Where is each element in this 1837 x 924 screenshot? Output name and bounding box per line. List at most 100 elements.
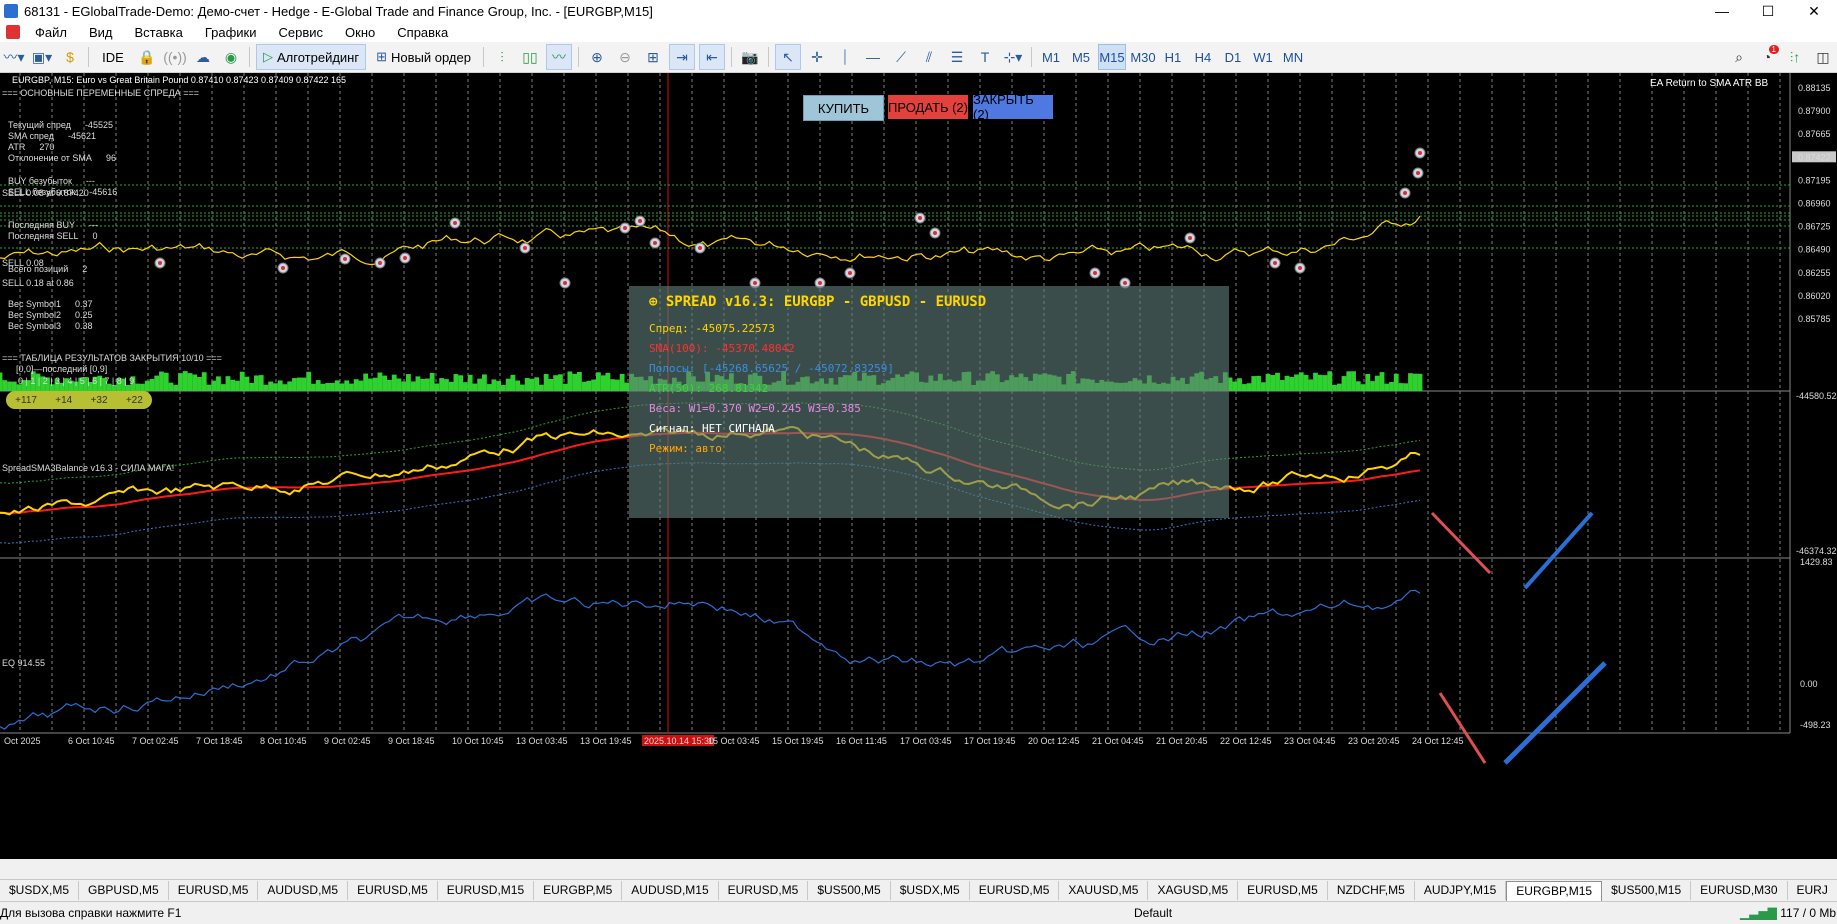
text-icon[interactable]: T bbox=[973, 45, 997, 69]
timeframe-m15[interactable]: M15 bbox=[1097, 44, 1126, 70]
symbol-tab[interactable]: EURGBP,M5 bbox=[534, 881, 623, 900]
buy-button[interactable]: КУПИТЬ bbox=[803, 95, 884, 121]
symbol-tab[interactable]: GBPUSD,M5 bbox=[79, 881, 169, 900]
symbol-tab[interactable]: EURUSD,M5 bbox=[719, 881, 809, 900]
price-label: 0.86020 bbox=[1798, 291, 1831, 301]
symbol-tab[interactable]: AUDJPY,M15 bbox=[1415, 881, 1507, 900]
time-label: 21 Oct 20:45 bbox=[1156, 736, 1208, 746]
symbol-tab[interactable]: EURUSD,M5 bbox=[1238, 881, 1328, 900]
connection-icon[interactable]: ⫶↑ bbox=[1783, 45, 1807, 69]
symbol-tab[interactable]: EURUSD,M5 bbox=[970, 881, 1060, 900]
timeframe-h1[interactable]: H1 bbox=[1160, 45, 1186, 69]
new-order-button[interactable]: ⊞ Новый ордер bbox=[370, 45, 477, 69]
close-positions-button[interactable]: ЗАКРЫТЬ (2) bbox=[973, 92, 1053, 122]
symbol-tab[interactable]: NZDCHF,M5 bbox=[1328, 881, 1415, 900]
price-label: 0.88135 bbox=[1798, 83, 1831, 93]
time-label: 7 Oct 18:45 bbox=[196, 736, 243, 746]
sell-button[interactable]: ПРОДАТЬ (2) bbox=[888, 95, 968, 119]
trendline-icon[interactable]: ⟋ bbox=[889, 45, 913, 69]
notifications-icon[interactable]: ◔ 1 bbox=[1755, 45, 1779, 69]
account-icon[interactable]: ◫ bbox=[1811, 45, 1835, 69]
cloud-icon[interactable]: ☁ bbox=[191, 45, 215, 69]
close-button[interactable]: ✕ bbox=[1791, 0, 1837, 22]
symbol-tab[interactable]: XAUUSD,M5 bbox=[1059, 881, 1149, 900]
symbol-tab[interactable]: EURUSD,M5 bbox=[348, 881, 438, 900]
zoom-in-icon[interactable]: ⊕ bbox=[585, 45, 609, 69]
chart-type-icon[interactable]: 〰▾ bbox=[2, 45, 26, 69]
timeframe-m1[interactable]: M1 bbox=[1038, 45, 1064, 69]
timeframe-m5[interactable]: M5 bbox=[1068, 45, 1094, 69]
variable-label: Последняя SELL bbox=[8, 231, 79, 241]
mode-value: Режим: авто bbox=[649, 442, 722, 455]
symbol-tab[interactable]: EURUSD,M5 bbox=[169, 881, 259, 900]
menu-charts[interactable]: Графики bbox=[194, 25, 268, 40]
candles-icon[interactable]: ▯▯ bbox=[518, 45, 542, 69]
chart-window[interactable]: 0.88135 0.87900 0.87665 0.87422 0.87195 0.869… bbox=[0, 73, 1837, 859]
symbol-tab[interactable]: EURUSD,M30 bbox=[1691, 881, 1788, 900]
timeframe-d1[interactable]: D1 bbox=[1220, 45, 1246, 69]
tile-icon[interactable]: ⊞ bbox=[641, 45, 665, 69]
symbol-tab[interactable]: EURJ bbox=[1788, 881, 1837, 900]
timeframe-mn[interactable]: MN bbox=[1280, 45, 1306, 69]
symbol-tab[interactable]: $US500,M5 bbox=[808, 881, 891, 900]
variable-row: Вес Symbol2 0.25 bbox=[8, 310, 93, 320]
lock-icon[interactable]: 🔒 bbox=[135, 45, 159, 69]
timeframe-w1[interactable]: W1 bbox=[1250, 45, 1276, 69]
minimize-button[interactable]: — bbox=[1699, 0, 1745, 22]
menu-insert[interactable]: Вставка bbox=[124, 25, 194, 40]
symbol-tab[interactable]: $USDX,M5 bbox=[0, 881, 80, 900]
maximize-button[interactable]: ☐ bbox=[1745, 0, 1791, 22]
market-icon[interactable]: $ bbox=[58, 45, 82, 69]
time-label: 15 Oct 03:45 bbox=[708, 736, 760, 746]
symbol-tab[interactable]: $US500,M15 bbox=[1602, 881, 1692, 900]
chart-header: EURGBP, M15: Euro vs Great Britain Pound… bbox=[12, 75, 347, 85]
timeframe-h4[interactable]: H4 bbox=[1190, 45, 1216, 69]
menu-help[interactable]: Справка bbox=[386, 25, 459, 40]
globe-icon[interactable]: ◉ bbox=[219, 45, 243, 69]
menu-window[interactable]: Окно bbox=[334, 25, 386, 40]
line-chart-icon[interactable]: 〰 bbox=[545, 44, 572, 70]
variable-row: BUY безубыток --- bbox=[8, 176, 95, 186]
signal-icon[interactable]: ((•)) bbox=[163, 45, 187, 69]
algo-trading-button[interactable]: ▷ Алготрейдинг bbox=[256, 44, 367, 70]
separator bbox=[88, 47, 89, 67]
zoom-out-icon[interactable]: ⊖ bbox=[613, 45, 637, 69]
screenshot-icon[interactable]: 📷 bbox=[738, 45, 762, 69]
symbol-tab[interactable]: AUDUSD,M5 bbox=[258, 881, 349, 900]
autoscroll-icon[interactable]: ⇥ bbox=[668, 44, 695, 70]
bars-icon[interactable]: ⫶ bbox=[490, 45, 514, 69]
spread-panel-title: ⊕ SPREAD v16.3: EURGBP - GBPUSD - EURUSD bbox=[649, 294, 987, 310]
menu-view[interactable]: Вид bbox=[78, 25, 124, 40]
variable-value: 0.38 bbox=[75, 321, 93, 331]
trade-marker-dot bbox=[1188, 236, 1192, 240]
search-icon[interactable]: ⌕ bbox=[1727, 45, 1751, 69]
symbol-tab[interactable]: EURGBP,M15 bbox=[1506, 880, 1603, 901]
symbol-tab[interactable]: XAGUSD,M5 bbox=[1148, 881, 1239, 900]
timeframe-m30[interactable]: M30 bbox=[1130, 45, 1156, 69]
down-arrow bbox=[1430, 511, 1492, 575]
menu-file[interactable]: Файл bbox=[24, 25, 78, 40]
price-label: 0.87900 bbox=[1798, 106, 1831, 116]
time-label: 6 Oct 10:45 bbox=[68, 736, 115, 746]
fibonacci-icon[interactable]: ☰ bbox=[945, 45, 969, 69]
variable-value: --- bbox=[85, 176, 95, 186]
time-label: Oct 2025 bbox=[4, 736, 41, 746]
result-value: +117 bbox=[15, 394, 37, 406]
symbol-tab[interactable]: EURUSD,M15 bbox=[438, 881, 535, 900]
status-bar: Для вызова справки нажмите F1 Default ▁▃… bbox=[0, 901, 1837, 924]
sma-value: SMA(100): -45370.48042 bbox=[649, 342, 795, 355]
symbol-tab[interactable]: $USDX,M5 bbox=[891, 881, 970, 900]
profiles-icon[interactable]: ▣▾ bbox=[30, 45, 54, 69]
channel-icon[interactable]: ⫽ bbox=[917, 45, 941, 69]
symbol-tab[interactable]: AUDUSD,M15 bbox=[622, 881, 719, 900]
ide-button[interactable]: IDE bbox=[95, 45, 131, 69]
crosshair-icon[interactable]: ✛ bbox=[805, 45, 829, 69]
menu-tools[interactable]: Сервис bbox=[268, 25, 335, 40]
chart-shift-icon[interactable]: ⇤ bbox=[698, 44, 725, 70]
shapes-icon[interactable]: ⊹▾ bbox=[1001, 45, 1025, 69]
vertical-line-icon[interactable]: ⏐ bbox=[833, 45, 857, 69]
horizontal-line-icon[interactable]: ― bbox=[861, 45, 885, 69]
results-table-title: === ТАБЛИЦА РЕЗУЛЬТАТОВ ЗАКРЫТИЯ 10/10 =… bbox=[2, 353, 222, 363]
cursor-icon[interactable]: ↖ bbox=[774, 44, 801, 70]
window-controls: — ☐ ✕ bbox=[1699, 0, 1837, 22]
